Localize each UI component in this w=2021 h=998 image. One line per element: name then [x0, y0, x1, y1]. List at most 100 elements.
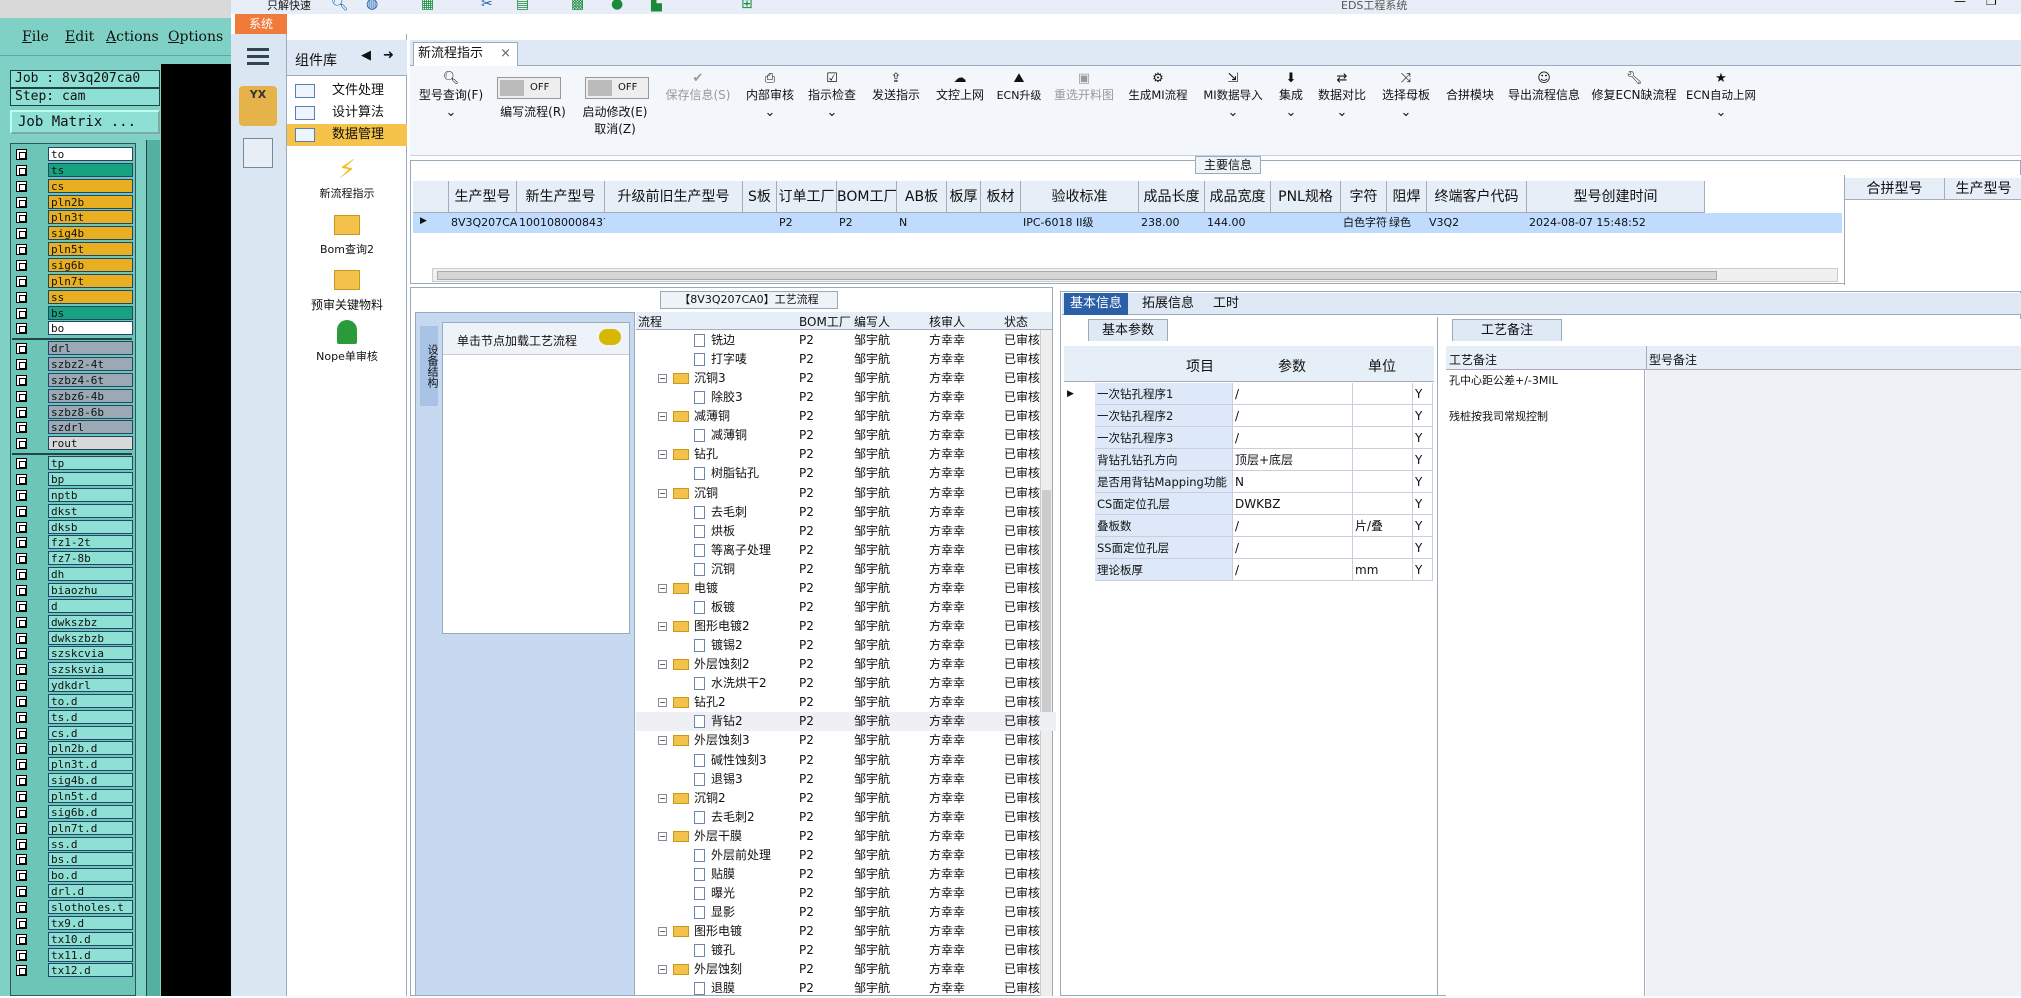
layer-checkbox[interactable] — [16, 680, 27, 692]
layer-row[interactable]: tx11.d — [12, 947, 136, 963]
sidebar-item-data[interactable]: 数据管理 — [287, 124, 407, 146]
layer-name[interactable]: rout — [48, 436, 133, 451]
param-value[interactable]: DWKBZ — [1233, 493, 1353, 515]
main-info-col-header[interactable]: BOM工厂 — [837, 181, 897, 213]
internal-review-button[interactable]: ⎙ 内部审核 ⌄ — [743, 70, 797, 140]
param-value[interactable]: / — [1233, 559, 1353, 581]
tab-work-hours[interactable]: 工时 — [1206, 293, 1246, 315]
expand-toggle-icon[interactable]: − — [658, 793, 667, 803]
layer-checkbox[interactable] — [16, 616, 27, 628]
scroll-thumb[interactable] — [437, 271, 1717, 280]
layer-name[interactable]: cs.d — [48, 725, 133, 740]
integrate-button[interactable]: ⬇ 集成 ⌄ — [1276, 70, 1306, 140]
layer-row[interactable]: dwkszbzb — [12, 630, 136, 646]
layer-row[interactable]: szsksvia — [12, 662, 136, 677]
main-info-col-header[interactable]: 成品宽度 — [1205, 181, 1271, 213]
layer-checkbox[interactable] — [16, 584, 27, 596]
repair-ecn-button[interactable]: 🔧︎ 修复ECN缺流程 — [1591, 70, 1677, 140]
layer-checkbox[interactable] — [16, 438, 27, 450]
expand-toggle-icon[interactable]: − — [658, 488, 667, 498]
layer-name[interactable]: dwkszbz — [48, 614, 133, 629]
layer-row[interactable]: tp — [12, 456, 136, 471]
calendar-icon[interactable] — [243, 138, 273, 168]
main-info-col-header[interactable]: 订单工厂 — [777, 181, 837, 213]
menu-file[interactable]: File — [22, 29, 49, 45]
layer-name[interactable]: szbz2-4t — [48, 357, 133, 372]
layer-checkbox[interactable] — [16, 406, 27, 418]
param-value[interactable]: / — [1233, 515, 1353, 537]
ecn-auto-online-button[interactable]: ★ ECN自动上网 ⌄ — [1686, 70, 1756, 140]
layer-checkbox[interactable] — [16, 291, 27, 303]
layer-checkbox[interactable] — [16, 600, 27, 612]
layer-row[interactable]: cs — [12, 178, 136, 194]
layer-name[interactable]: ts — [48, 162, 133, 177]
layer-name[interactable]: to.d — [48, 693, 133, 708]
expand-toggle-icon[interactable]: − — [658, 927, 667, 937]
layer-row[interactable]: pln7t — [12, 273, 136, 289]
system-tab[interactable]: 系统 — [235, 14, 287, 34]
tab-extended-info[interactable]: 拓展信息 — [1136, 293, 1200, 315]
layer-checkbox[interactable] — [16, 422, 27, 434]
model-note-text[interactable] — [1646, 370, 2021, 996]
start-edit-toggle[interactable]: OFF — [585, 77, 649, 99]
pin-icon[interactable]: ➜ — [383, 48, 394, 63]
param-value[interactable]: / — [1233, 537, 1353, 559]
layer-row[interactable]: bs — [12, 305, 136, 321]
layer-row[interactable]: fz1-2t — [12, 535, 136, 550]
doc-online-button[interactable]: ☁ 文控上网 — [932, 70, 988, 140]
layer-row[interactable]: cs.d — [12, 725, 136, 741]
layer-name[interactable]: szsksvia — [48, 662, 133, 677]
export-flow-button[interactable]: ☺ 导出流程信息 — [1505, 70, 1583, 140]
layer-name[interactable]: cs — [48, 178, 133, 193]
send-indicator-button[interactable]: ⇪ 发送指示 — [868, 70, 924, 140]
grid-icon[interactable]: ▤ — [516, 0, 529, 12]
main-info-col-header[interactable]: 生产型号 — [449, 181, 517, 213]
flow-tree-row[interactable]: − 钻孔 P2 邹宇航 方幸幸 已审核 — [636, 445, 1056, 464]
layer-row[interactable]: pln2b.d — [12, 741, 136, 756]
write-flow-toggle[interactable]: OFF — [497, 77, 561, 99]
layer-name[interactable]: pln3t.d — [48, 757, 133, 772]
flow-tree-row[interactable]: − 沉铜2 P2 邹宇航 方幸幸 已审核 — [636, 789, 1056, 808]
layer-name[interactable]: pln2b — [48, 194, 133, 209]
layer-checkbox[interactable] — [16, 244, 27, 256]
layer-name[interactable]: sig4b — [48, 226, 133, 241]
flow-tree-row[interactable]: − 外层蚀刻 P2 邹宇航 方幸幸 已审核 — [636, 960, 1056, 979]
layer-checkbox[interactable] — [16, 838, 27, 850]
new-flow-item[interactable]: ⚡ 新流程指示 — [287, 155, 407, 201]
layer-row[interactable]: ydkdrl — [12, 678, 136, 693]
layer-row[interactable]: bp — [12, 472, 136, 487]
layer-name[interactable]: pln7t.d — [48, 820, 133, 835]
layer-checkbox[interactable] — [16, 164, 27, 176]
apps-icon[interactable]: ▩ — [571, 0, 584, 12]
graphic-area[interactable] — [161, 64, 231, 996]
select-mother-button[interactable]: ⤨ 选择母板 ⌄ — [1378, 70, 1434, 140]
param-value[interactable]: / — [1233, 427, 1353, 449]
layer-name[interactable]: pln5t — [48, 242, 133, 257]
mi-import-button[interactable]: ⇲ MI数据导入 ⌄ — [1199, 70, 1267, 140]
nope-review-item[interactable]: Nope单审核 — [287, 320, 407, 364]
menu-edit[interactable]: Edit — [65, 29, 94, 45]
main-info-col-header[interactable]: PNL规格 — [1271, 181, 1341, 213]
layer-row[interactable]: ts.d — [12, 709, 136, 725]
layer-checkbox[interactable] — [16, 727, 27, 739]
flow-tree-row[interactable]: 显影 P2 邹宇航 方幸幸 已审核 — [636, 903, 1056, 922]
layer-row[interactable]: szdrl — [12, 420, 136, 435]
param-value[interactable]: N — [1233, 471, 1353, 493]
job-matrix-button[interactable]: Job Matrix ... — [10, 110, 160, 134]
layer-checkbox[interactable] — [16, 474, 27, 485]
main-info-col-header[interactable]: 成品长度 — [1139, 181, 1205, 213]
bom-query-item[interactable]: Bom查询2 — [287, 215, 407, 257]
layer-row[interactable]: fz7-8b — [12, 551, 136, 566]
layer-row[interactable]: ss.d — [12, 836, 136, 852]
layer-checkbox[interactable] — [16, 775, 27, 787]
layer-checkbox[interactable] — [16, 854, 27, 866]
layer-name[interactable]: szbz6-4b — [48, 388, 133, 403]
main-info-col-header[interactable]: 新生产型号 — [517, 181, 605, 213]
expand-toggle-icon[interactable]: − — [658, 583, 667, 593]
flow-tree-row[interactable]: − 减薄铜 P2 邹宇航 方幸幸 已审核 — [636, 407, 1056, 426]
layer-name[interactable]: tx10.d — [48, 931, 133, 946]
layer-checkbox[interactable] — [16, 259, 27, 271]
flow-tree-row[interactable]: 背钻2 P2 邹宇航 方幸幸 已审核 — [636, 712, 1056, 732]
layer-name[interactable]: ts.d — [48, 709, 133, 724]
param-value[interactable]: / — [1233, 405, 1353, 427]
